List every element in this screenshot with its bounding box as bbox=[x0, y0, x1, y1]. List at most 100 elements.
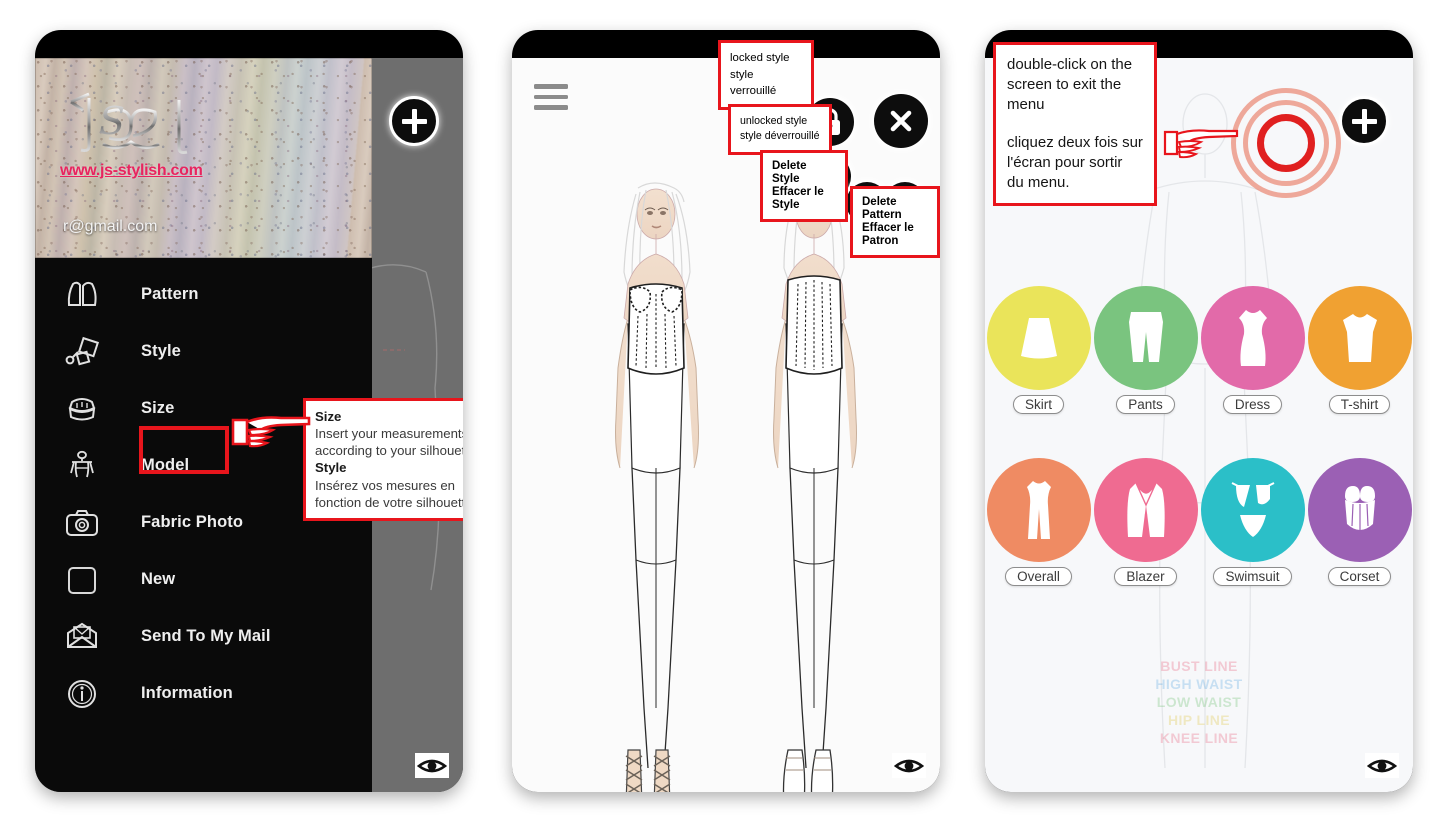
drawer-header-banner: S www.js-stylish.com r@gmail.com bbox=[35, 58, 372, 258]
hip-line-label: HIP LINE bbox=[1167, 711, 1231, 728]
swimsuit-button[interactable] bbox=[1200, 458, 1305, 562]
category-label: Swimsuit bbox=[1213, 567, 1292, 586]
pointing-hand-icon bbox=[1163, 129, 1239, 159]
tooltip-body-en: Insert your measurements according to yo… bbox=[315, 426, 463, 459]
category-dress: Dress bbox=[1200, 286, 1305, 414]
callout-en: Delete Pattern bbox=[862, 196, 902, 222]
blank-square-icon bbox=[59, 560, 105, 600]
pants-icon bbox=[1128, 312, 1163, 362]
add-button[interactable] bbox=[389, 96, 439, 146]
close-x-icon bbox=[890, 110, 912, 132]
tshirt-button[interactable] bbox=[1307, 286, 1412, 390]
body-measurement-lines: BUST LINE HIGH WAIST LOW WAIST HIP LINE … bbox=[985, 658, 1413, 748]
category-label: Dress bbox=[1222, 395, 1283, 414]
tape-measure-icon bbox=[59, 389, 105, 429]
sidebar-item-label: Size bbox=[141, 399, 175, 417]
callout-en: Delete Style bbox=[772, 160, 807, 186]
mannequin-icon bbox=[59, 446, 105, 486]
swimsuit-icon bbox=[1231, 482, 1274, 537]
high-waist-label: HIGH WAIST bbox=[1155, 675, 1243, 692]
style-shapes-icon bbox=[59, 332, 105, 372]
bust-line-label: BUST LINE bbox=[1160, 658, 1238, 674]
category-label: Skirt bbox=[1013, 395, 1064, 414]
pattern-piece-icon bbox=[59, 275, 105, 315]
tip-text-fr: cliquez deux fois sur l'écran pour sorti… bbox=[1007, 133, 1143, 191]
category-label: Pants bbox=[1116, 395, 1175, 414]
category-label: Overall bbox=[1005, 567, 1072, 586]
hamburger-icon[interactable] bbox=[534, 84, 568, 116]
tooltip-body-fr: Insérez vos mesures en fonction de votre… bbox=[315, 477, 463, 510]
callout-fr: Effacer le Style bbox=[772, 186, 824, 212]
info-circle-icon bbox=[59, 674, 105, 714]
add-button[interactable] bbox=[1339, 96, 1389, 146]
delete-pattern-callout: Delete Pattern Effacer le Patron bbox=[850, 186, 940, 259]
category-row-2: Overall Blazer Swimsuit Corset bbox=[985, 458, 1413, 586]
callout-fr: style verrouillé bbox=[730, 68, 777, 98]
delete-style-callout: Delete Style Effacer le Style bbox=[760, 150, 848, 223]
callout-fr: style déverrouillé bbox=[740, 130, 820, 143]
callout-fr: Effacer le Patron bbox=[862, 222, 914, 248]
tooltip-title-en: Size bbox=[315, 409, 342, 424]
envelope-icon bbox=[59, 617, 105, 657]
croquis-back bbox=[773, 182, 857, 769]
js-stylish-logo-icon: S bbox=[70, 92, 188, 154]
unlocked-style-callout: unlocked style style déverrouillé bbox=[728, 104, 832, 155]
sidebar-item-send-to-my-mail[interactable]: Send To My Mail bbox=[35, 608, 372, 665]
exit-menu-tip: double-click on the screen to exit the m… bbox=[993, 42, 1157, 206]
close-button[interactable] bbox=[874, 94, 928, 148]
fashion-croquis-figures bbox=[615, 182, 857, 769]
corset-button[interactable] bbox=[1307, 458, 1412, 562]
tip-spacer bbox=[1007, 115, 1143, 133]
sidebar-item-style[interactable]: Style bbox=[35, 323, 372, 380]
pants-button[interactable] bbox=[1093, 286, 1198, 390]
skirt-button[interactable] bbox=[986, 286, 1091, 390]
camera-icon bbox=[59, 503, 105, 543]
dress-icon bbox=[1238, 310, 1267, 366]
sidebar-item-information[interactable]: Information bbox=[35, 665, 372, 722]
sidebar-item-label: New bbox=[141, 570, 176, 588]
sidebar-item-label: Fabric Photo bbox=[141, 513, 244, 531]
sidebar-item-pattern[interactable]: Pattern bbox=[35, 266, 372, 323]
sidebar-item-label: Pattern bbox=[141, 285, 199, 303]
blazer-button[interactable] bbox=[1093, 458, 1198, 562]
sidebar-item-label: Send To My Mail bbox=[141, 627, 271, 645]
preview-eye-button[interactable] bbox=[415, 753, 449, 778]
sidebar-item-new[interactable]: New bbox=[35, 551, 372, 608]
sidebar-item-label: Information bbox=[141, 684, 233, 702]
croquis-front bbox=[615, 182, 699, 769]
category-row-1: Skirt Pants Dress T-shirt bbox=[985, 286, 1413, 414]
phone-mockup-style-canvas: Style S bbox=[512, 30, 940, 792]
skirt-icon bbox=[1020, 318, 1057, 359]
size-selection-highlight bbox=[139, 426, 229, 474]
category-swimsuit: Swimsuit bbox=[1200, 458, 1305, 586]
category-blazer: Blazer bbox=[1093, 458, 1198, 586]
category-label: Blazer bbox=[1114, 567, 1177, 586]
website-link[interactable]: www.js-stylish.com bbox=[60, 162, 203, 180]
tip-text-en: double-click on the screen to exit the m… bbox=[1007, 56, 1133, 113]
croquis-shoes bbox=[625, 749, 834, 792]
preview-eye-button[interactable] bbox=[1365, 753, 1399, 778]
preview-eye-button[interactable] bbox=[892, 753, 926, 778]
category-label: Corset bbox=[1327, 567, 1392, 586]
overall-button[interactable] bbox=[986, 458, 1091, 562]
category-pants: Pants bbox=[1093, 286, 1198, 414]
tooltip-title-fr: Style bbox=[315, 460, 347, 476]
category-skirt: Skirt bbox=[986, 286, 1091, 414]
dress-button[interactable] bbox=[1200, 286, 1305, 390]
category-label: T-shirt bbox=[1328, 395, 1391, 414]
phone-mockup-category-chooser: Style bbox=[985, 30, 1413, 792]
overall-icon bbox=[1026, 481, 1051, 539]
callout-en: unlocked style bbox=[740, 115, 808, 127]
category-tshirt: T-shirt bbox=[1307, 286, 1412, 414]
size-tooltip: Size Insert your measurements according … bbox=[303, 398, 463, 521]
callout-en: locked style bbox=[730, 52, 790, 64]
corset-icon bbox=[1344, 486, 1375, 530]
locked-style-callout: locked style style verrouillé bbox=[718, 40, 814, 110]
knee-line-label: KNEE LINE bbox=[1159, 729, 1239, 746]
panel2-screen: Style S bbox=[512, 58, 940, 792]
blazer-icon bbox=[1126, 482, 1165, 537]
ripple-inner bbox=[1257, 114, 1315, 172]
screenshot-stage: S www.js-stylish.com r@gmail.com Pattern… bbox=[0, 0, 1440, 831]
low-waist-label: LOW WAIST bbox=[1156, 693, 1242, 710]
category-overall: Overall bbox=[986, 458, 1091, 586]
